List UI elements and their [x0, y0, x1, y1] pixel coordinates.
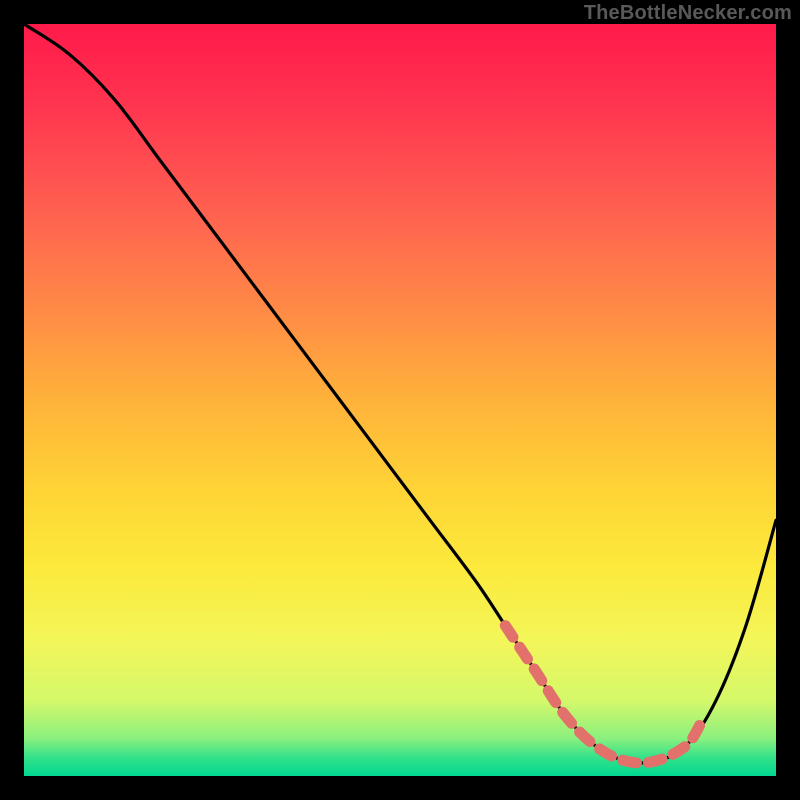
plot-background: [24, 24, 776, 776]
chart-stage: TheBottleNecker.com: [0, 0, 800, 800]
chart-svg: [0, 0, 800, 800]
watermark-text: TheBottleNecker.com: [584, 2, 792, 25]
